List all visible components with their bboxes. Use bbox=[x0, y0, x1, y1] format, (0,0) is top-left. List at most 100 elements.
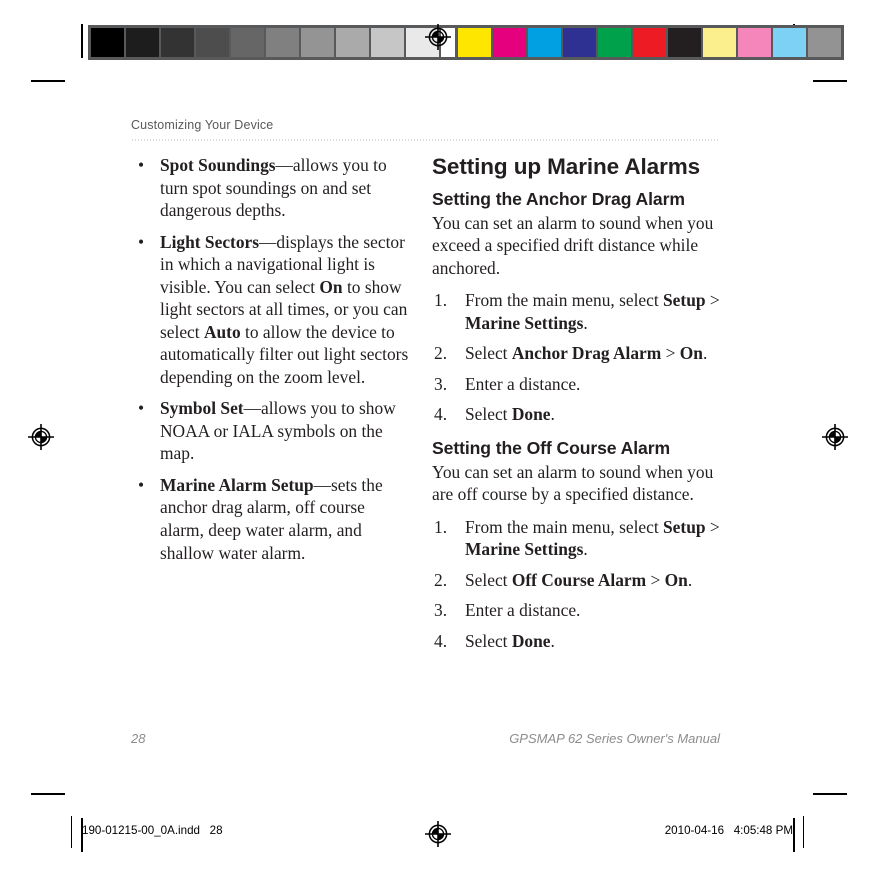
step-run: . bbox=[550, 404, 555, 425]
step-number: 1. bbox=[434, 516, 448, 537]
step-run: Enter a distance. bbox=[465, 600, 581, 621]
calibration-swatch-5 bbox=[633, 28, 666, 57]
calibration-swatch-6 bbox=[301, 28, 334, 57]
bullet-icon: • bbox=[138, 474, 145, 495]
slug-rule-right bbox=[802, 816, 804, 848]
manual-title: GPSMAP 62 Series Owner's Manual bbox=[509, 731, 720, 746]
steps-off-course-alarm: 1. From the main menu, select Setup > Ma… bbox=[432, 516, 720, 653]
step-number: 4. bbox=[434, 630, 448, 651]
list-item: 1. From the main menu, select Setup > Ma… bbox=[432, 289, 720, 334]
step-number: 2. bbox=[434, 343, 448, 364]
calibration-swatch-0 bbox=[91, 28, 124, 57]
bullet-icon: • bbox=[138, 398, 145, 419]
bullet-term: Spot Soundings bbox=[160, 155, 276, 175]
step-run: > bbox=[705, 290, 720, 311]
step-run: Select bbox=[465, 630, 512, 651]
calibration-swatch-5 bbox=[266, 28, 299, 57]
step-text: Enter a distance. bbox=[465, 600, 580, 620]
calibration-swatch-4 bbox=[231, 28, 264, 57]
step-emphasis: Marine Settings bbox=[465, 539, 584, 560]
subsection-heading-off-course-alarm: Setting the Off Course Alarm bbox=[432, 437, 670, 458]
registration-target-top bbox=[425, 24, 451, 50]
list-item: • Spot Soundings—allows you to turn spot… bbox=[131, 154, 413, 222]
color-calibration-bar bbox=[455, 25, 844, 60]
emphasis-on: On bbox=[319, 276, 343, 297]
grayscale-calibration-bar bbox=[88, 25, 477, 60]
subsection-intro: You can set an alarm to sound when you e… bbox=[432, 212, 714, 278]
crop-mark-bottom-left-horizontal bbox=[31, 793, 65, 795]
steps-anchor-drag-alarm: 1. From the main menu, select Setup > Ma… bbox=[432, 289, 720, 426]
subsection-intro: You can set an alarm to sound when you a… bbox=[432, 461, 714, 505]
page-title: Setting up Marine Alarms bbox=[432, 154, 701, 179]
step-run: . bbox=[583, 312, 588, 333]
em-dash: — bbox=[259, 231, 277, 252]
registration-target-right bbox=[822, 424, 848, 450]
em-dash: — bbox=[275, 155, 293, 175]
calibration-swatch-2 bbox=[161, 28, 194, 57]
step-emphasis: Anchor Drag Alarm bbox=[511, 343, 662, 364]
page-content: Customizing Your Device • Spot Soundings… bbox=[131, 118, 720, 664]
step-run: From the main menu, select bbox=[465, 290, 664, 311]
step-text: Select Done. bbox=[465, 631, 555, 651]
crop-mark-top-right-horizontal bbox=[813, 80, 847, 82]
registration-target-bottom bbox=[425, 821, 451, 847]
bullet-icon: • bbox=[138, 155, 145, 175]
step-number: 3. bbox=[434, 373, 448, 394]
step-emphasis: On bbox=[664, 569, 688, 590]
slug-rule-left bbox=[71, 816, 73, 848]
list-item: 1. From the main menu, select Setup > Ma… bbox=[432, 516, 720, 561]
emphasis-auto: Auto bbox=[203, 321, 241, 342]
slug-timestamp: 2010-04-16 4:05:48 PM bbox=[664, 824, 793, 837]
list-item: 3. Enter a distance. bbox=[432, 599, 720, 622]
bullet-term: Light Sectors bbox=[160, 231, 260, 252]
step-run: Select bbox=[465, 404, 512, 425]
list-item: 2. Select Off Course Alarm > On. bbox=[432, 569, 720, 592]
step-emphasis: Off Course Alarm bbox=[511, 569, 647, 590]
two-column-layout: • Spot Soundings—allows you to turn spot… bbox=[131, 154, 720, 664]
header-rule bbox=[131, 139, 720, 141]
step-run: . bbox=[550, 630, 555, 651]
step-run: > bbox=[661, 343, 680, 364]
calibration-swatch-7 bbox=[336, 28, 369, 57]
calibration-swatch-1 bbox=[493, 28, 526, 57]
calibration-swatch-8 bbox=[738, 28, 771, 57]
calibration-swatch-6 bbox=[668, 28, 701, 57]
bullet-term: Symbol Set bbox=[160, 398, 244, 419]
right-column: Setting up Marine Alarms Setting the Anc… bbox=[432, 154, 720, 664]
list-item: 4. Select Done. bbox=[432, 403, 720, 426]
bullet-icon: • bbox=[138, 231, 145, 252]
step-run: > bbox=[705, 516, 720, 537]
em-dash: — bbox=[243, 398, 261, 419]
left-column: • Spot Soundings—allows you to turn spot… bbox=[131, 154, 413, 664]
step-emphasis: Setup bbox=[663, 516, 706, 537]
step-run: Enter a distance. bbox=[465, 373, 581, 394]
registration-target-left bbox=[28, 424, 54, 450]
calibration-swatch-4 bbox=[598, 28, 631, 57]
step-text: Select Done. bbox=[465, 404, 555, 424]
step-number: 3. bbox=[434, 600, 448, 621]
step-number: 4. bbox=[434, 404, 448, 425]
running-head: Customizing Your Device bbox=[131, 118, 274, 132]
calibration-swatch-7 bbox=[703, 28, 736, 57]
step-emphasis: Done bbox=[511, 404, 551, 425]
step-text: Enter a distance. bbox=[465, 374, 580, 394]
slug-file-name: 190-01215-00_0A.indd 28 bbox=[82, 824, 223, 837]
calibration-swatch-3 bbox=[563, 28, 596, 57]
list-item: • Marine Alarm Setup—sets the anchor dra… bbox=[131, 474, 413, 564]
step-emphasis: On bbox=[679, 343, 703, 364]
crop-mark-top-left-vertical bbox=[81, 24, 83, 58]
list-item: 3. Enter a distance. bbox=[432, 373, 720, 396]
step-run: From the main menu, select bbox=[465, 516, 664, 537]
page-number: 28 bbox=[131, 731, 146, 746]
page-canvas: Customizing Your Device • Spot Soundings… bbox=[0, 0, 875, 875]
step-text: From the main menu, select Setup > Marin… bbox=[465, 517, 720, 560]
list-item: • Light Sectors—displays the sector in w… bbox=[131, 231, 413, 389]
em-dash: — bbox=[313, 474, 331, 495]
crop-mark-bottom-right-horizontal bbox=[813, 793, 847, 795]
step-run: . bbox=[702, 343, 708, 364]
step-text: From the main menu, select Setup > Marin… bbox=[465, 290, 720, 333]
crop-mark-top-left-horizontal bbox=[31, 80, 65, 82]
bullet-term: Marine Alarm Setup bbox=[160, 474, 314, 495]
calibration-swatch-1 bbox=[126, 28, 159, 57]
step-run: Select bbox=[465, 343, 512, 364]
